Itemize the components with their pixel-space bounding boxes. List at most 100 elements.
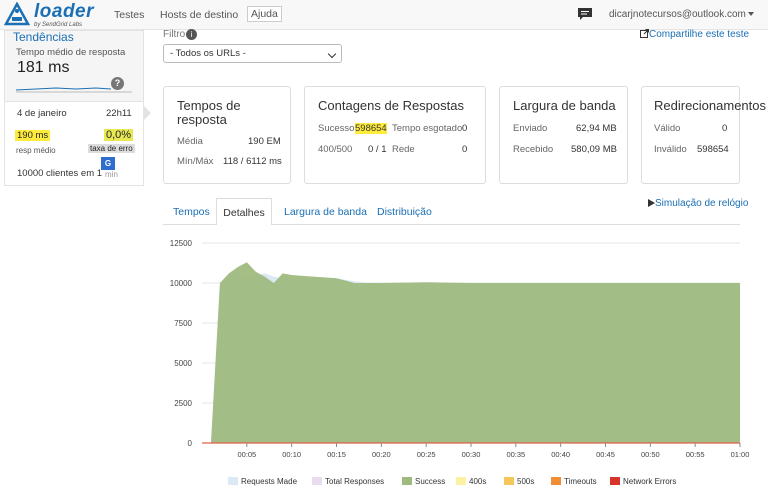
trends-title[interactable]: Tendências	[13, 30, 74, 44]
nav-help[interactable]: Ajuda	[247, 6, 282, 22]
invalid-value: 598654	[697, 144, 729, 155]
chevron-down-icon	[327, 49, 337, 59]
help-icon[interactable]: ?	[111, 77, 124, 90]
run-duration-unit: min	[105, 170, 118, 179]
translate-icon[interactable]: G	[101, 157, 115, 170]
minmax-label: Mín/Máx	[177, 156, 214, 167]
x-tick-label: 00:55	[686, 450, 705, 459]
valid-label: Válido	[654, 123, 681, 134]
loader-logo-icon[interactable]	[4, 2, 30, 28]
share-label: Compartilhe este teste	[649, 29, 750, 40]
tab-times[interactable]: Tempos	[173, 206, 210, 218]
network-value: 0	[462, 144, 468, 155]
x-tick-label: 00:25	[417, 450, 436, 459]
logo-text[interactable]: loader	[34, 1, 94, 23]
sent-label: Enviado	[513, 123, 548, 134]
x-tick-label: 00:05	[237, 450, 256, 459]
trends-subtitle: Tempo médio de resposta	[16, 47, 126, 58]
avg-response-value: 181 ms	[17, 59, 70, 76]
legend-swatch	[551, 477, 561, 485]
series-area-success	[202, 262, 740, 443]
legend-swatch	[504, 477, 514, 485]
network-label: Rede	[392, 144, 415, 155]
y-tick-label: 2500	[174, 399, 192, 408]
chat-icon[interactable]	[577, 7, 593, 21]
chevron-down-icon	[747, 12, 754, 17]
info-icon[interactable]: i	[186, 29, 197, 40]
x-tick-label: 00:35	[506, 450, 525, 459]
tab-bandwidth[interactable]: Largura de banda	[284, 206, 367, 218]
success-label: Sucesso	[318, 123, 355, 134]
timeout-label: Tempo esgotado	[392, 123, 463, 134]
avg-value: 190 EM	[248, 136, 281, 147]
legend-swatch	[402, 477, 412, 485]
x-tick-label: 00:50	[641, 450, 660, 459]
share-icon	[640, 29, 649, 38]
valid-value: 0	[722, 123, 728, 134]
filter-label: Filtro	[163, 29, 186, 40]
x-tick-label: 00:20	[372, 450, 391, 459]
run-avg-response: 190 ms	[15, 130, 51, 141]
clock-simulation-label: Simulação de relógio	[655, 198, 749, 209]
legend-swatch	[456, 477, 466, 485]
clock-simulation-button[interactable]: Simulação de relógio	[648, 198, 748, 209]
invalid-label: Inválido	[654, 144, 687, 155]
legend-label: Total Responses	[325, 477, 384, 486]
bandwidth-title: Largura de banda	[513, 98, 616, 113]
success-value: 598654	[355, 123, 387, 134]
bandwidth-card: Largura de banda Enviado 62,94 MB Recebi…	[499, 86, 628, 184]
err-value: 0 / 1	[368, 144, 387, 155]
top-bar: loader by SendGrid Labs Testes Hosts de …	[0, 0, 768, 30]
tab-distribution[interactable]: Distribuição	[377, 206, 432, 218]
legend-swatch	[610, 477, 620, 485]
response-times-title: Tempos de resposta	[177, 98, 241, 127]
legend-swatch	[228, 477, 238, 485]
sent-value: 62,94 MB	[576, 123, 617, 134]
run-date: 4 de janeiro	[17, 108, 67, 119]
nav-target-hosts[interactable]: Hosts de destino	[160, 9, 238, 21]
x-tick-label: 00:30	[462, 450, 481, 459]
legend-label: Requests Made	[241, 477, 298, 486]
received-label: Recebido	[513, 144, 554, 155]
x-tick-label: 00:40	[551, 450, 570, 459]
redirects-card: Redirecionamentos Válido 0 Inválido 5986…	[641, 86, 766, 184]
timeout-value: 0	[462, 123, 468, 134]
details-chart: 12500 10000 7500 5000 2500 0 00:05 00:10 00:15 00…	[170, 239, 750, 486]
run-error-rate: 0,0%	[104, 129, 134, 141]
legend-label: Timeouts	[564, 477, 597, 486]
response-counts-title: Contagens de Respostas	[318, 98, 464, 113]
response-counts-card: Contagens de Respostas Sucesso 598654 Te…	[304, 86, 486, 184]
redirects-title: Redirecionamentos	[654, 98, 767, 113]
response-times-card: Tempos de resposta Média 190 EM Mín/Máx …	[163, 86, 291, 184]
share-link[interactable]: Compartilhe este teste	[640, 29, 749, 40]
run-time: 22h11	[106, 108, 132, 119]
tab-details[interactable]: Detalhes	[216, 198, 272, 225]
url-filter-select[interactable]: - Todos os URLs -	[163, 44, 342, 63]
logo-subtitle: by SendGrid Labs	[34, 22, 83, 28]
y-tick-label: 12500	[170, 239, 193, 248]
user-menu[interactable]: dicarjnotecursos@outlook.com	[609, 9, 754, 20]
x-tick-label: 00:10	[282, 450, 301, 459]
play-icon	[648, 199, 655, 207]
legend-swatch	[312, 477, 322, 485]
legend-label: Network Errors	[623, 477, 676, 486]
x-tick-label: 00:45	[596, 450, 615, 459]
y-tick-label: 0	[188, 439, 193, 448]
nav-tests[interactable]: Testes	[114, 9, 144, 21]
received-value: 580,09 MB	[571, 144, 617, 155]
avg-label: Média	[177, 136, 203, 147]
err-label: 400/500	[318, 144, 353, 155]
error-label: taxa de erro	[88, 144, 135, 153]
legend-label: Success	[415, 477, 445, 486]
selected-arrow	[143, 105, 151, 121]
legend-label: 500s	[517, 477, 534, 486]
run-clients: 10000 clientes em 1	[17, 168, 103, 179]
minmax-value: 118 / 6112 ms	[223, 156, 282, 167]
legend-label: 400s	[469, 477, 486, 486]
resp-label: resp médio	[16, 146, 56, 155]
url-filter-value: - Todos os URLs -	[170, 48, 246, 59]
y-tick-label: 5000	[174, 359, 192, 368]
y-tick-label: 10000	[170, 279, 193, 288]
x-tick-label: 00:15	[327, 450, 346, 459]
x-tick-label: 01:00	[731, 450, 750, 459]
